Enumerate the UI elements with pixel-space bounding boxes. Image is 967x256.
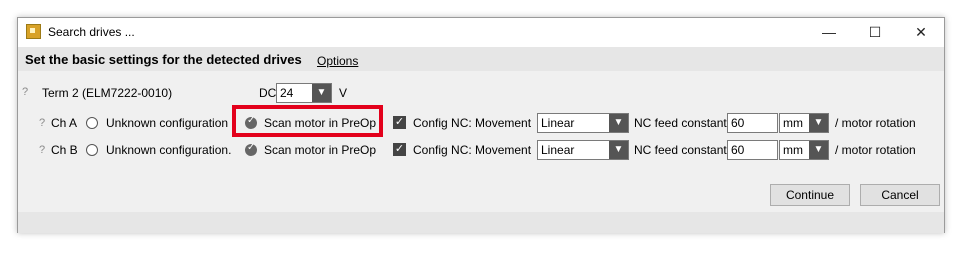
config-nc-checkbox[interactable]: ✓ <box>393 143 406 156</box>
per-rotation-label: / motor rotation <box>835 116 916 130</box>
chevron-down-icon[interactable]: ▼ <box>809 141 828 159</box>
dc-label: DC <box>259 86 277 100</box>
unknown-config-label: Unknown configuration. <box>106 143 232 157</box>
unknown-config-label: Unknown configuration <box>106 116 229 130</box>
cancel-button[interactable]: Cancel <box>860 184 940 206</box>
maximize-button[interactable]: ☐ <box>852 18 898 47</box>
window-title: Search drives ... <box>48 25 135 39</box>
config-nc-label: Config NC: Movement <box>413 143 532 157</box>
unit-value: mm <box>783 116 803 130</box>
dc-unit: V <box>339 86 348 100</box>
close-button[interactable]: ✕ <box>898 18 944 47</box>
help-icon[interactable]: ? <box>22 86 28 98</box>
settings-header: Set the basic settings for the detected … <box>18 47 944 71</box>
continue-button[interactable]: Continue <box>770 184 850 206</box>
dc-voltage-select[interactable]: 24 ▼ <box>276 83 332 103</box>
per-rotation-label: / motor rotation <box>835 143 916 157</box>
config-nc-label: Config NC: Movement <box>413 116 532 130</box>
scan-motor-highlight-box <box>232 105 383 137</box>
unit-select[interactable]: mm ▼ <box>779 140 829 160</box>
config-nc-checkbox[interactable]: ✓ <box>393 116 406 129</box>
status-footer <box>18 212 944 233</box>
help-icon[interactable]: ? <box>39 117 45 129</box>
header-title: Set the basic settings for the detected … <box>25 52 302 67</box>
chevron-down-icon[interactable]: ▼ <box>312 84 331 102</box>
chevron-down-icon[interactable]: ▼ <box>609 141 628 159</box>
title-bar: Search drives ... — ☐ ✕ <box>18 18 944 47</box>
help-icon[interactable]: ? <box>39 144 45 156</box>
search-drives-dialog: Search drives ... — ☐ ✕ Set the basic se… <box>17 17 945 233</box>
app-icon <box>26 24 41 39</box>
minimize-button[interactable]: — <box>806 18 852 47</box>
chevron-down-icon[interactable]: ▼ <box>609 114 628 132</box>
terminal-name: Term 2 (ELM7222-0010) <box>42 86 173 100</box>
channel-name: Ch B <box>51 143 78 157</box>
unknown-config-radio[interactable] <box>86 144 98 156</box>
unit-select[interactable]: mm ▼ <box>779 113 829 133</box>
movement-select[interactable]: Linear ▼ <box>537 140 629 160</box>
unit-value: mm <box>783 143 803 157</box>
dc-voltage-value: 24 <box>280 86 294 100</box>
feed-constant-input[interactable]: 60 <box>727 140 778 160</box>
feed-constant-input[interactable]: 60 <box>727 113 778 133</box>
channel-row-b: ? Ch B Unknown configuration. Scan motor… <box>18 140 944 162</box>
scan-motor-label: Scan motor in PreOp <box>264 143 377 157</box>
unknown-config-radio[interactable] <box>86 117 98 129</box>
options-link[interactable]: Options <box>317 54 358 68</box>
movement-value: Linear <box>541 116 575 130</box>
channel-row-a: ? Ch A Unknown configuration Scan motor … <box>18 113 944 135</box>
terminal-row: ? Term 2 (ELM7222-0010) DC 24 ▼ V <box>18 83 944 105</box>
channel-name: Ch A <box>51 116 78 130</box>
scan-motor-radio[interactable] <box>245 142 257 156</box>
feed-constant-label: NC feed constant <box>634 143 727 157</box>
movement-select[interactable]: Linear ▼ <box>537 113 629 133</box>
feed-constant-label: NC feed constant <box>634 116 727 130</box>
movement-value: Linear <box>541 143 575 157</box>
chevron-down-icon[interactable]: ▼ <box>809 114 828 132</box>
